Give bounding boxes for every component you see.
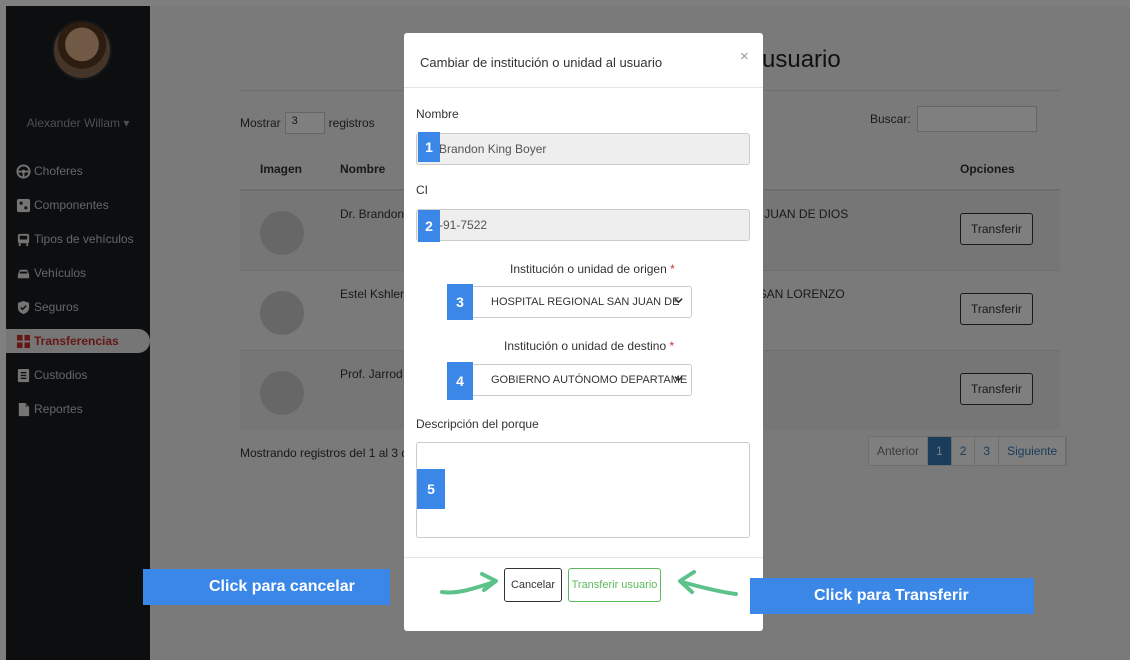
description-label: Descripción del porque — [416, 417, 539, 431]
step-badge-3: 3 — [447, 284, 473, 320]
ci-label: CI — [416, 183, 428, 197]
step-badge-4: 4 — [447, 362, 473, 400]
step-badge-5: 5 — [417, 469, 445, 509]
chevron-down-icon — [674, 374, 683, 386]
description-textarea[interactable] — [416, 442, 750, 538]
name-label: Nombre — [416, 107, 459, 121]
name-field: Brandon King Boyer — [416, 133, 750, 165]
chevron-down-icon — [674, 296, 683, 308]
destination-select[interactable]: GOBIERNO AUTÓNOMO DEPARTAME — [470, 364, 692, 396]
close-button[interactable]: × — [740, 48, 749, 65]
destination-label: Institución o unidad de destino * — [504, 339, 674, 353]
cancel-callout: Click para cancelar — [143, 569, 390, 605]
step-badge-2: 2 — [418, 210, 440, 242]
modal-header-divider — [404, 87, 763, 88]
required-mark: * — [670, 262, 675, 276]
origin-label: Institución o unidad de origen * — [510, 262, 675, 276]
cancel-button[interactable]: Cancelar — [504, 568, 562, 602]
origin-select-value: HOSPITAL REGIONAL SAN JUAN DE — [491, 296, 680, 308]
origin-select[interactable]: HOSPITAL REGIONAL SAN JUAN DE — [470, 286, 692, 318]
transfer-callout: Click para Transferir — [750, 578, 1034, 614]
transfer-user-button[interactable]: Transferir usuario — [568, 568, 661, 602]
modal-title: Cambiar de institución o unidad al usuar… — [420, 55, 663, 70]
origin-label-text: Institución o unidad de origen — [510, 262, 667, 276]
transfer-modal: Cambiar de institución o unidad al usuar… — [404, 33, 763, 631]
arrow-left-icon — [678, 570, 738, 596]
arrow-right-icon — [440, 572, 498, 595]
ci-field: -91-7522 — [416, 209, 750, 241]
destination-label-text: Institución o unidad de destino — [504, 339, 667, 353]
required-mark: * — [669, 339, 675, 353]
modal-footer-divider — [404, 557, 763, 558]
destination-select-value: GOBIERNO AUTÓNOMO DEPARTAME — [491, 374, 688, 386]
step-badge-1: 1 — [418, 132, 440, 162]
